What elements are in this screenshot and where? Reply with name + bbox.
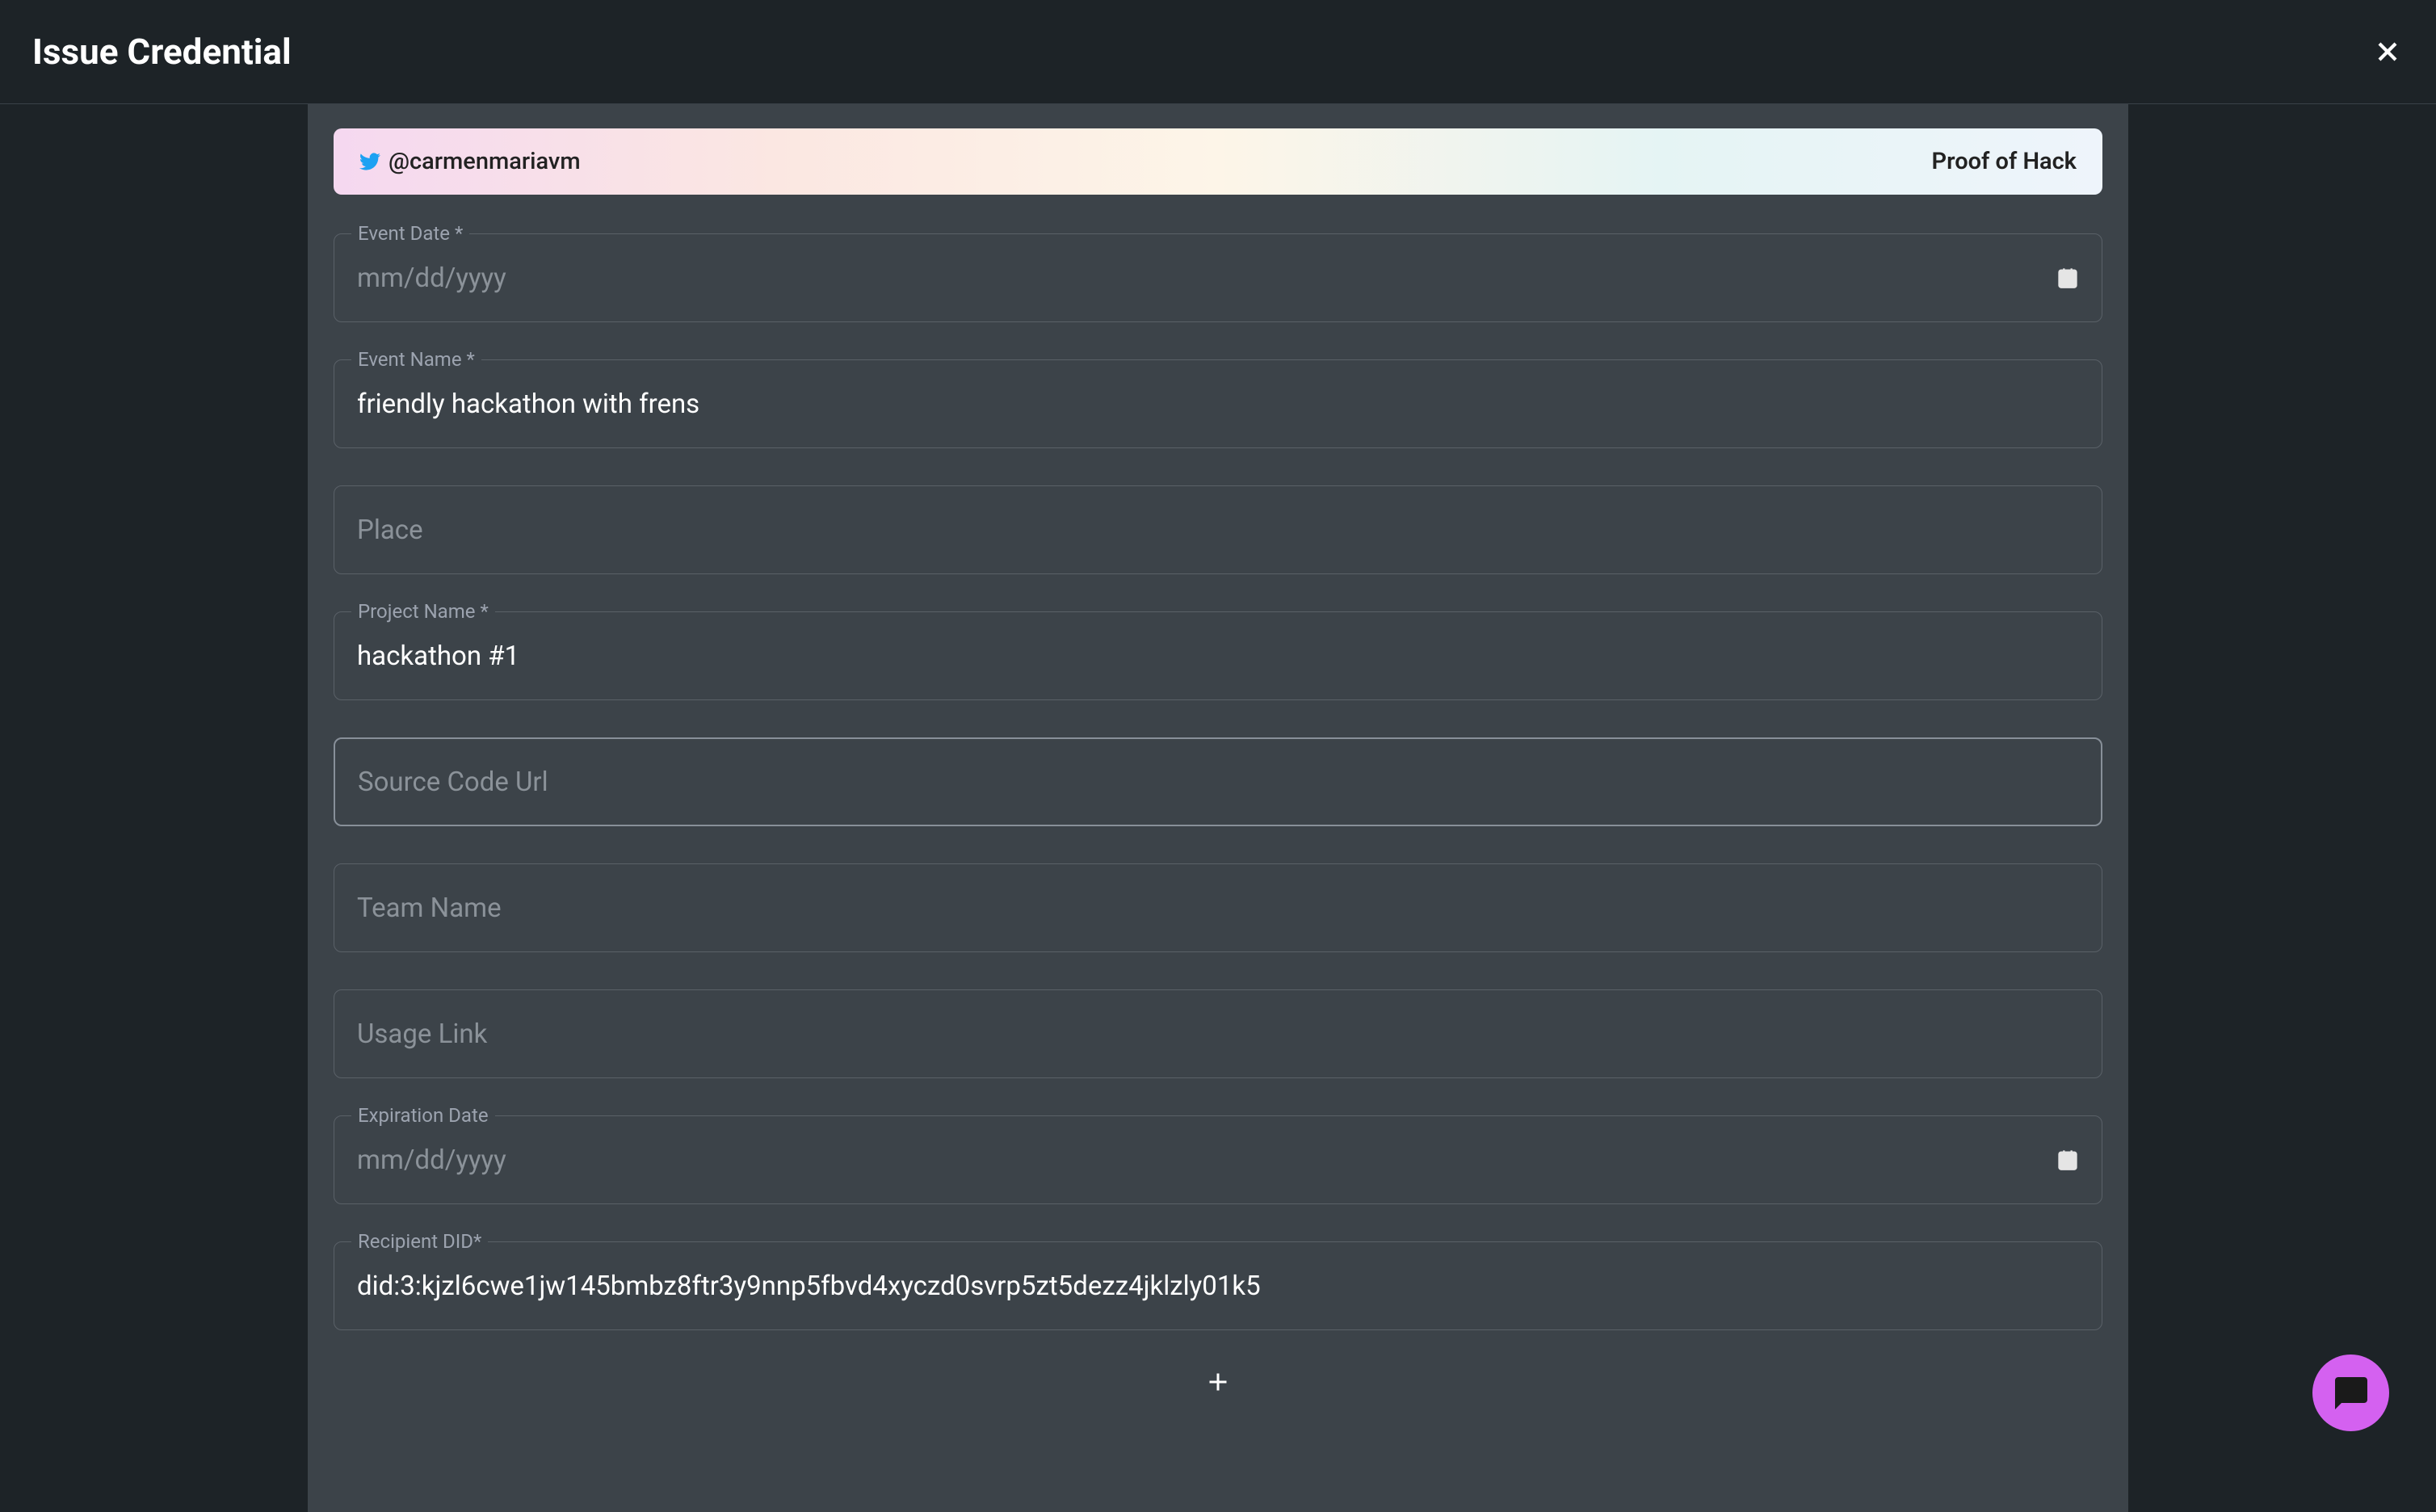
recipient-did-input[interactable] [357,1270,2079,1302]
event-date-label: Event Date * [351,222,469,245]
event-date-input-wrapper[interactable] [334,233,2102,322]
badge-handle: @carmenmariavm [388,148,581,175]
source-code-input[interactable] [358,766,2078,798]
credential-badge: @carmenmariavm Proof of Hack [334,128,2102,195]
badge-type: Proof of Hack [1932,148,2077,175]
content-area: @carmenmariavm Proof of Hack Event Date … [0,104,2436,1512]
event-name-field: Event Name * [334,359,2102,448]
usage-link-input[interactable] [357,1018,2079,1050]
add-button[interactable] [334,1367,2102,1396]
usage-link-field [334,989,2102,1078]
team-name-input[interactable] [357,892,2079,924]
project-name-field: Project Name * [334,611,2102,700]
recipient-did-field: Recipient DID* [334,1241,2102,1330]
usage-link-input-wrapper[interactable] [334,989,2102,1078]
project-name-label: Project Name * [351,600,495,623]
calendar-icon[interactable] [2056,267,2079,289]
close-icon [2371,36,2404,68]
event-date-field: Event Date * [334,233,2102,322]
plus-icon [1203,1367,1233,1396]
place-input-wrapper[interactable] [334,485,2102,574]
place-input[interactable] [357,514,2079,546]
project-name-input[interactable] [357,640,2079,672]
expiration-date-field: Expiration Date [334,1115,2102,1204]
recipient-did-input-wrapper[interactable] [334,1241,2102,1330]
source-code-input-wrapper[interactable] [334,737,2102,826]
team-name-input-wrapper[interactable] [334,863,2102,952]
badge-user: @carmenmariavm [359,148,581,175]
form-panel: @carmenmariavm Proof of Hack Event Date … [308,104,2128,1512]
expiration-date-label: Expiration Date [351,1104,495,1127]
project-name-input-wrapper[interactable] [334,611,2102,700]
close-button[interactable] [2371,36,2404,68]
place-field [334,485,2102,574]
team-name-field [334,863,2102,952]
source-code-field [334,737,2102,826]
event-name-input-wrapper[interactable] [334,359,2102,448]
event-name-label: Event Name * [351,348,481,371]
recipient-did-label: Recipient DID* [351,1230,488,1253]
modal-header: Issue Credential [0,0,2436,104]
event-name-input[interactable] [357,388,2079,420]
expiration-date-input-wrapper[interactable] [334,1115,2102,1204]
calendar-icon[interactable] [2056,1149,2079,1171]
modal-title: Issue Credential [32,31,292,73]
chat-icon [2332,1374,2371,1413]
twitter-icon [359,151,380,172]
expiration-date-input[interactable] [357,1144,2079,1176]
event-date-input[interactable] [357,262,2079,294]
chat-fab[interactable] [2312,1354,2389,1431]
